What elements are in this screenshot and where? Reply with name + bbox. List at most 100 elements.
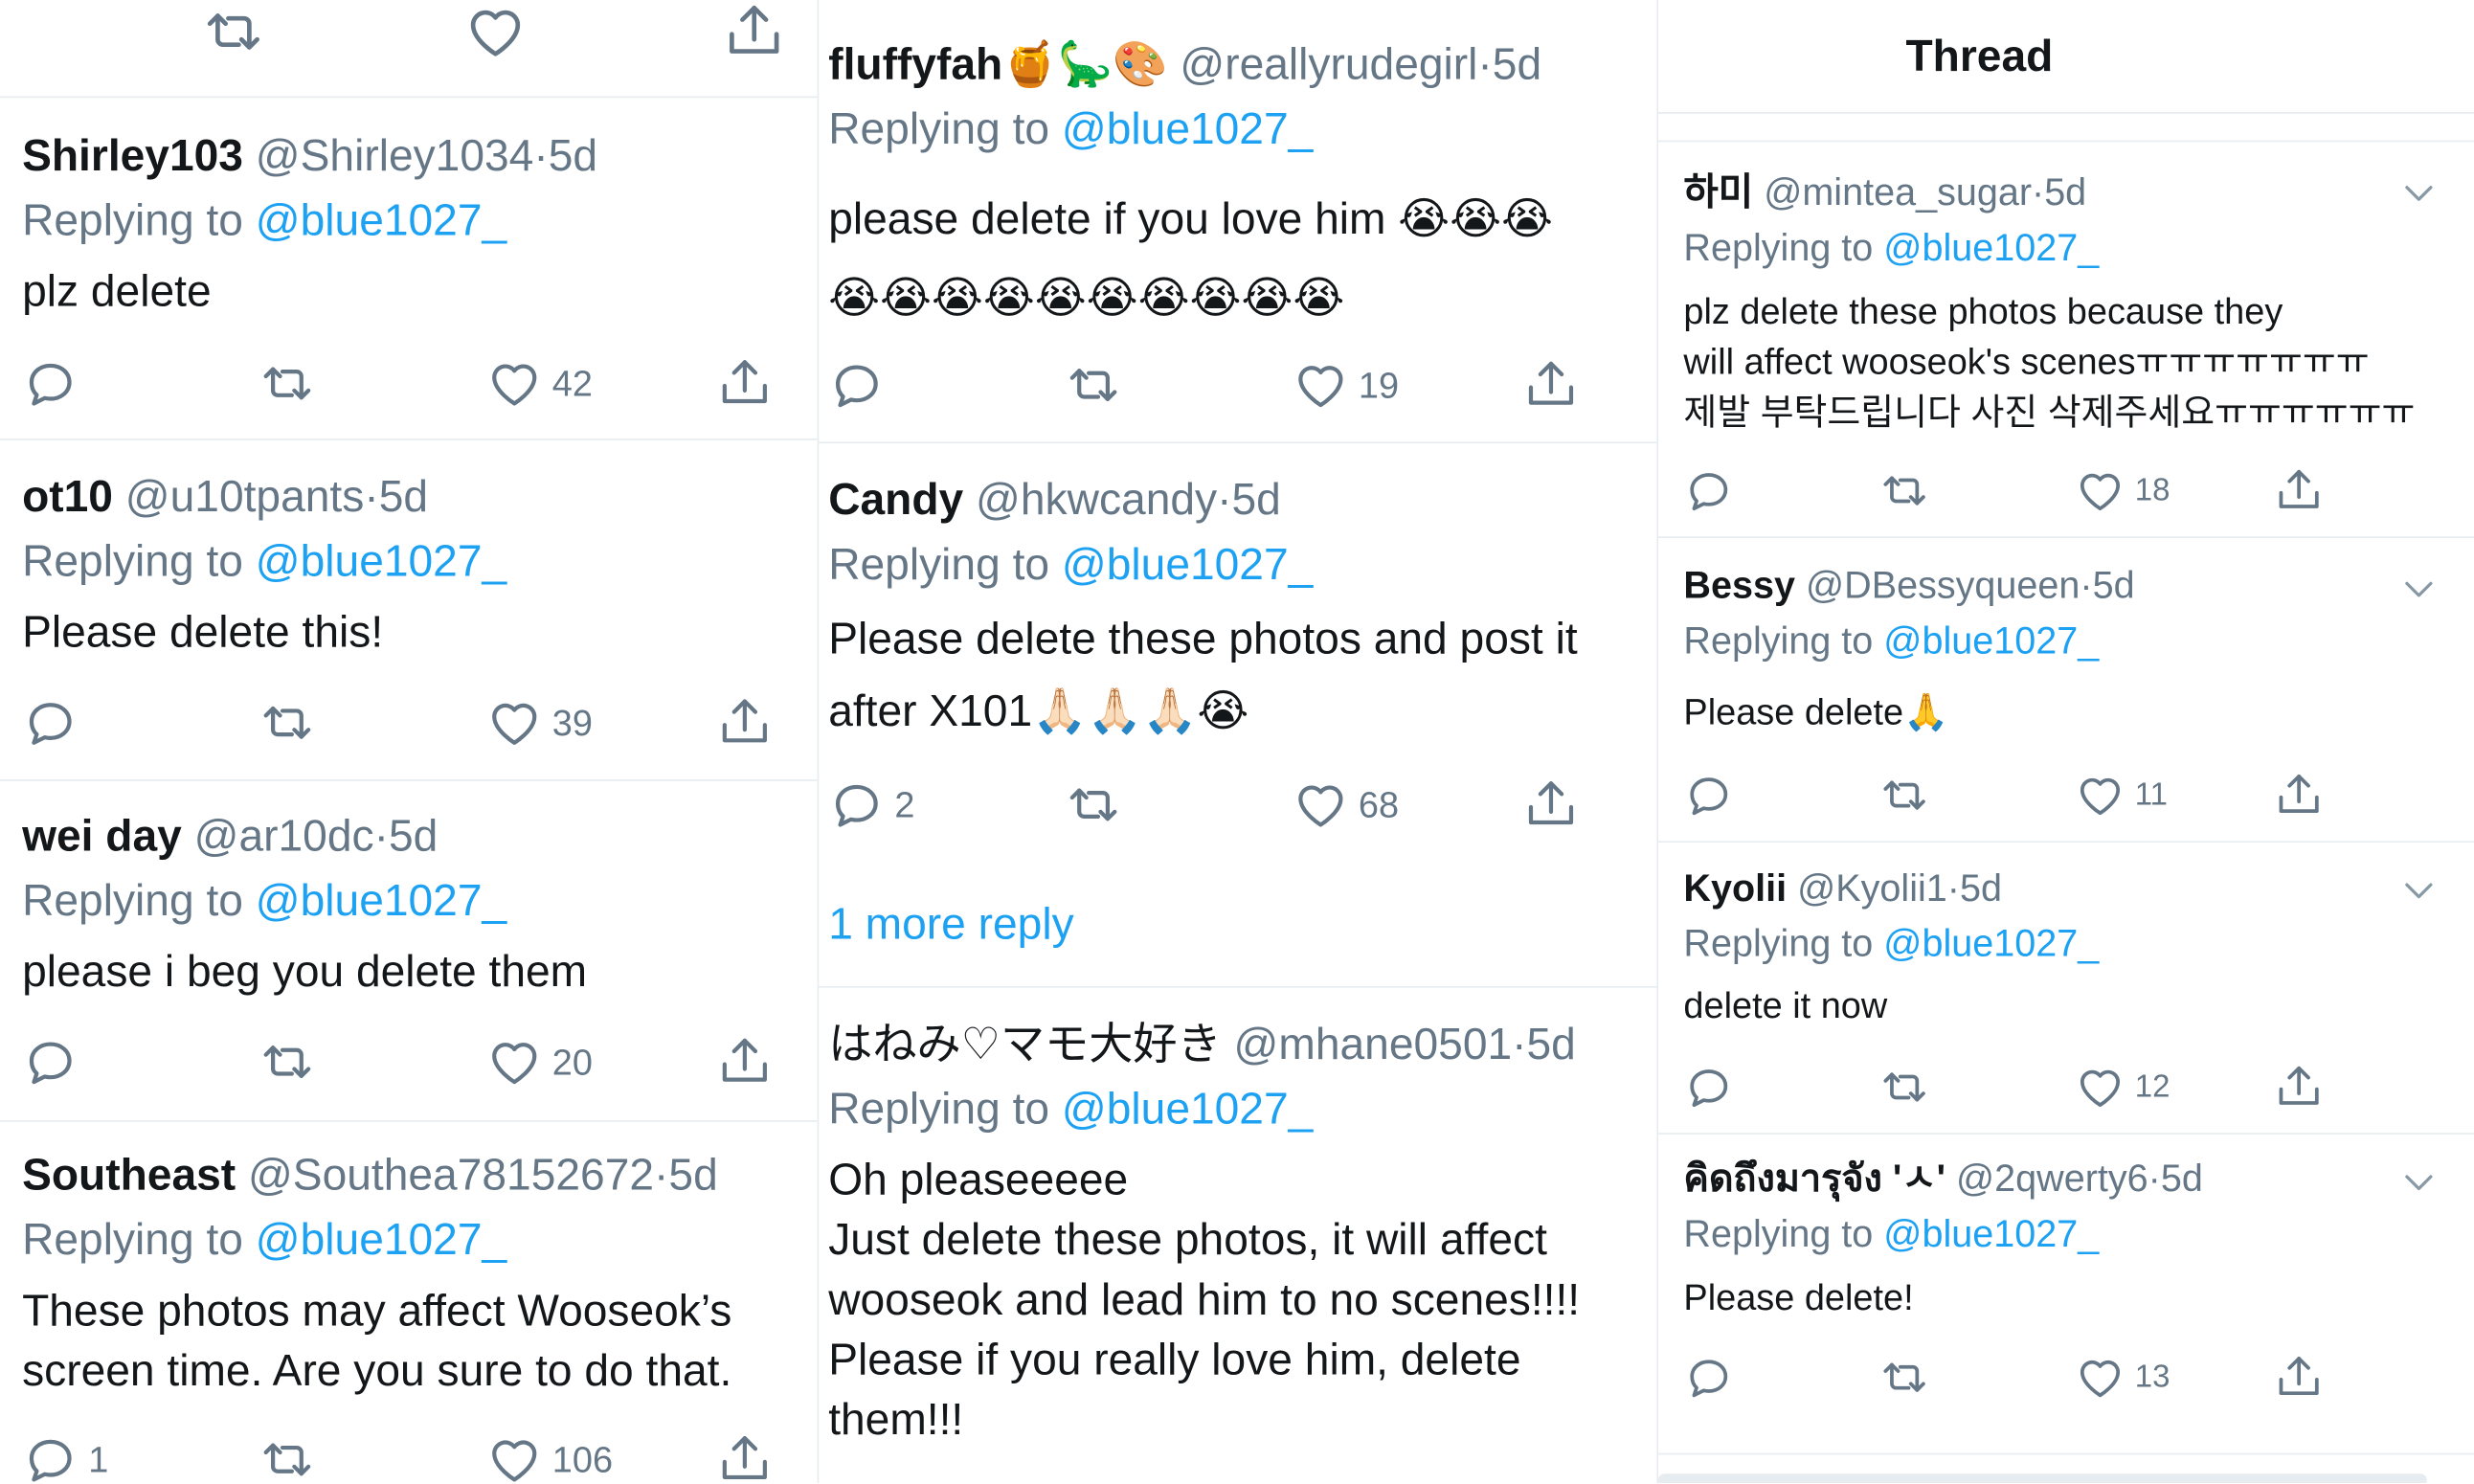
- retweet-button[interactable]: [1876, 460, 1932, 523]
- share-button[interactable]: [1522, 774, 1579, 837]
- mention-link[interactable]: @blue1027_: [1883, 1213, 2099, 1255]
- tweet[interactable]: wei day @ar10dc·5d Replying to @blue1027…: [0, 782, 818, 1122]
- timestamp[interactable]: 5d: [2161, 1158, 2203, 1201]
- share-button[interactable]: [716, 1030, 773, 1093]
- like-button[interactable]: 20: [486, 1030, 593, 1093]
- timestamp[interactable]: 5d: [668, 1150, 717, 1199]
- timestamp[interactable]: 5d: [1960, 867, 2002, 910]
- reply-button[interactable]: 2: [828, 774, 915, 837]
- user-handle[interactable]: @mintea_sugar: [1764, 172, 2032, 214]
- retweet-button[interactable]: [1062, 353, 1125, 416]
- mention-link[interactable]: @blue1027_: [1062, 104, 1313, 153]
- mention-link[interactable]: @blue1027_: [256, 876, 506, 925]
- user-handle[interactable]: @2qwerty6: [1956, 1158, 2148, 1201]
- user-handle[interactable]: @mhane0501: [1234, 1020, 1513, 1068]
- like-button[interactable]: [464, 0, 528, 63]
- display-name[interactable]: Kyolii: [1683, 867, 1787, 910]
- share-button[interactable]: [716, 691, 773, 754]
- user-handle[interactable]: @ar10dc: [194, 811, 374, 860]
- retweet-button[interactable]: [256, 1030, 319, 1093]
- mention-link[interactable]: @blue1027_: [256, 1215, 506, 1264]
- user-handle[interactable]: @Kyolii1: [1797, 867, 1947, 910]
- reply-button[interactable]: 1: [22, 1428, 108, 1483]
- display-name[interactable]: ot10: [22, 472, 113, 521]
- mention-link[interactable]: @blue1027_: [1883, 227, 2099, 269]
- like-button[interactable]: 13: [2075, 1346, 2170, 1409]
- tweet[interactable]: Candy @hkwcandy·5d Replying to @blue1027…: [819, 445, 1657, 988]
- timestamp[interactable]: 5d: [549, 131, 597, 180]
- mention-link[interactable]: @blue1027_: [1062, 540, 1313, 589]
- reply-button[interactable]: [1683, 1056, 1743, 1119]
- share-button[interactable]: [723, 0, 786, 63]
- tweet-menu-button[interactable]: [2398, 1161, 2440, 1210]
- reply-button[interactable]: [828, 353, 894, 416]
- like-button[interactable]: 12: [2075, 1056, 2170, 1119]
- like-button[interactable]: 19: [1293, 353, 1399, 416]
- like-button[interactable]: 18: [2075, 460, 2170, 523]
- tweet-menu-button[interactable]: [2398, 869, 2440, 918]
- tweet[interactable]: คิดถึงมารุจัง 'ㅅ' @2qwerty6·5d Replying …: [1658, 1136, 2474, 1455]
- reply-button[interactable]: [1683, 1346, 1743, 1409]
- like-button[interactable]: 68: [1293, 774, 1399, 837]
- retweet-button[interactable]: [256, 691, 319, 754]
- tweet[interactable]: Southeast @Southea78152672·5d Replying t…: [0, 1123, 818, 1483]
- like-button[interactable]: 11: [2075, 764, 2168, 827]
- user-handle[interactable]: @Southea78152672: [248, 1150, 654, 1199]
- share-button[interactable]: [2274, 764, 2325, 827]
- retweet-button[interactable]: [256, 352, 319, 416]
- user-handle[interactable]: @hkwcandy: [976, 475, 1217, 524]
- tweet[interactable]: ot10 @u10tpants·5d Replying to @blue1027…: [0, 441, 818, 781]
- user-handle[interactable]: @reallyrudegirl: [1180, 39, 1477, 88]
- retweet-button[interactable]: [256, 1428, 319, 1483]
- like-button[interactable]: 39: [486, 691, 593, 754]
- tweet[interactable]: はねみ♡マモ大好き @mhane0501·5d Replying to @blu…: [819, 989, 1656, 1483]
- tweet[interactable]: fluffyfah🍯🦕🎨 @reallyrudegirl·5d Replying…: [819, 0, 1657, 444]
- mention-link[interactable]: @blue1027_: [1883, 620, 2099, 663]
- display-name[interactable]: Bessy: [1683, 565, 1795, 607]
- reply-button[interactable]: [22, 1030, 88, 1093]
- display-name[interactable]: はねみ♡マモ大好き: [828, 1020, 1222, 1068]
- timestamp[interactable]: 5d: [1527, 1020, 1576, 1068]
- timestamp[interactable]: 5d: [2093, 565, 2135, 607]
- like-button[interactable]: 42: [486, 352, 593, 416]
- share-button[interactable]: [2274, 1346, 2325, 1409]
- display-name[interactable]: wei day: [22, 811, 182, 860]
- retweet-button[interactable]: [199, 0, 269, 63]
- reply-button[interactable]: [22, 352, 88, 416]
- tweet[interactable]: 하미 @mintea_sugar·5d Replying to @blue102…: [1658, 144, 2474, 538]
- timestamp[interactable]: 5d: [379, 472, 428, 521]
- reply-button[interactable]: [1683, 764, 1743, 827]
- reply-button[interactable]: [22, 691, 88, 754]
- mention-link[interactable]: @blue1027_: [256, 536, 506, 585]
- timestamp[interactable]: 5d: [1231, 475, 1280, 524]
- user-handle[interactable]: @DBessyqueen: [1806, 565, 2080, 607]
- share-button[interactable]: [716, 1428, 773, 1483]
- share-button[interactable]: [716, 352, 773, 416]
- mention-link[interactable]: @blue1027_: [1883, 923, 2099, 965]
- retweet-button[interactable]: [1876, 1346, 1932, 1409]
- display-name[interactable]: Southeast: [22, 1150, 236, 1199]
- user-handle[interactable]: @u10tpants: [125, 472, 365, 521]
- tweet[interactable]: Shirley103 @Shirley1034·5d Replying to @…: [0, 101, 818, 440]
- share-button[interactable]: [1522, 353, 1579, 416]
- retweet-button[interactable]: [1876, 764, 1932, 827]
- retweet-button[interactable]: [1062, 774, 1125, 837]
- share-button[interactable]: [2274, 1056, 2325, 1119]
- tweet[interactable]: Bessy @DBessyqueen·5d Replying to @blue1…: [1658, 540, 2474, 843]
- display-name[interactable]: Candy: [828, 475, 963, 524]
- display-name[interactable]: คิดถึงมารุจัง 'ㅅ': [1683, 1158, 1945, 1201]
- display-name[interactable]: fluffyfah🍯🦕🎨: [828, 39, 1167, 88]
- mention-link[interactable]: @blue1027_: [256, 195, 506, 244]
- tweet[interactable]: Kyolii @Kyolii1·5d Replying to @blue1027…: [1658, 844, 2474, 1135]
- more-replies-link[interactable]: 1 more reply: [828, 896, 1073, 953]
- user-handle[interactable]: @Shirley1034: [256, 131, 534, 180]
- timestamp[interactable]: 5d: [389, 811, 438, 860]
- share-button[interactable]: [2274, 460, 2325, 523]
- mention-link[interactable]: @blue1027_: [1062, 1084, 1313, 1133]
- timestamp[interactable]: 5d: [1493, 39, 1541, 88]
- display-name[interactable]: 하미: [1683, 172, 1753, 214]
- tweet-menu-button[interactable]: [2398, 568, 2440, 617]
- like-button[interactable]: 106: [486, 1428, 613, 1483]
- retweet-button[interactable]: [1876, 1056, 1932, 1119]
- reply-button[interactable]: [1683, 460, 1743, 523]
